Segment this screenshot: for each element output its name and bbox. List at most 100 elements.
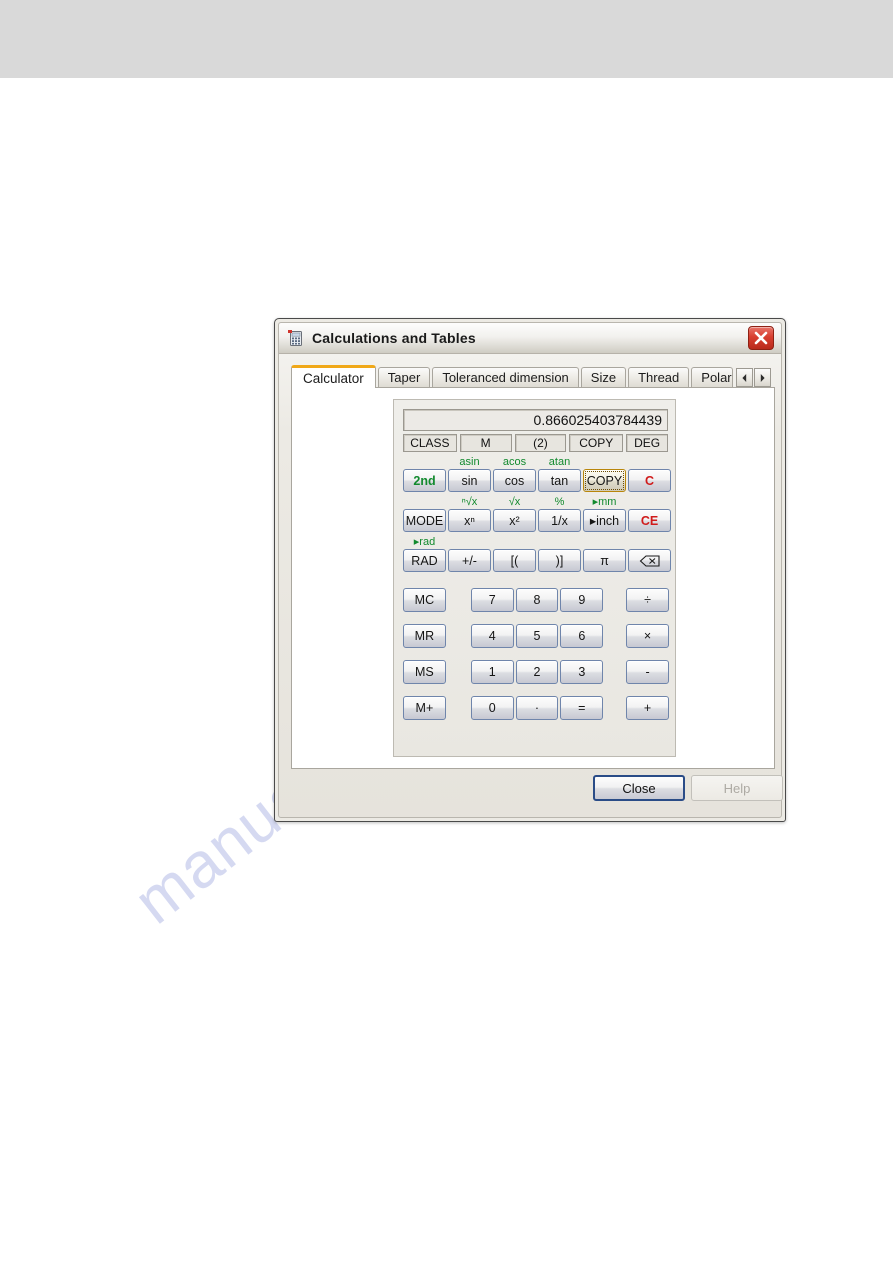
key-x-squared[interactable]: x²: [493, 509, 536, 532]
tab-taper[interactable]: Taper: [377, 367, 431, 387]
key-slot-reciprocal: % 1/x: [538, 496, 581, 532]
numeric-keypad: MC 7 8 9 ÷ MR 4 5 6 × MS 1 2 3 - M+ 0 · …: [403, 582, 669, 726]
tab-thread[interactable]: Thread: [628, 367, 690, 387]
key-slot-clear-entry: CE: [628, 496, 671, 532]
key-divide[interactable]: ÷: [626, 588, 669, 612]
tab-toleranced-dimension[interactable]: Toleranced dimension: [432, 367, 579, 387]
tab-scroll-arrows: [735, 368, 771, 387]
shift-label-to-mm: ▸mm: [592, 496, 617, 508]
key-add[interactable]: +: [626, 696, 669, 720]
power-key-row: MODE ⁿ√x xⁿ √x x² % 1/x ▸mm ▸inch CE: [403, 494, 671, 532]
tab-strip: Calculator Taper Toleranced dimension Si…: [291, 365, 775, 388]
key-slot-pi: π: [583, 536, 626, 572]
chevron-right-icon[interactable]: [753, 368, 771, 387]
key-close-bracket[interactable]: )]: [538, 549, 581, 572]
calculator-display[interactable]: 0.866025403784439: [403, 409, 668, 431]
key-slot-clear: C: [628, 456, 671, 492]
key-slot-cos: acos cos: [493, 456, 536, 492]
key-digit-9[interactable]: 9: [560, 588, 604, 612]
key-memory-clear[interactable]: MC: [403, 588, 446, 612]
key-subtract[interactable]: -: [626, 660, 669, 684]
key-digit-4[interactable]: 4: [470, 624, 514, 648]
close-button[interactable]: Close: [593, 775, 685, 801]
tab-label: Toleranced dimension: [442, 370, 569, 385]
key-to-inch[interactable]: ▸inch: [583, 509, 626, 532]
shift-label-asin: asin: [459, 456, 480, 468]
key-slot-tan: atan tan: [538, 456, 581, 492]
status-class: CLASS: [403, 434, 457, 452]
chevron-left-icon[interactable]: [735, 368, 753, 387]
key-second-function[interactable]: 2nd: [403, 469, 446, 492]
key-digit-8[interactable]: 8: [515, 588, 559, 612]
window-title: Calculations and Tables: [312, 330, 476, 346]
key-tan[interactable]: tan: [538, 469, 581, 492]
key-equals[interactable]: =: [560, 696, 604, 720]
status-angle-unit: DEG: [626, 434, 668, 452]
key-digit-0[interactable]: 0: [470, 696, 514, 720]
key-digit-5[interactable]: 5: [515, 624, 559, 648]
numpad-row: MC 7 8 9 ÷: [403, 582, 669, 618]
numpad-row: MR 4 5 6 ×: [403, 618, 669, 654]
key-slot-backspace: [628, 536, 671, 572]
status-parenthesis-level: (2): [514, 434, 567, 452]
key-pi[interactable]: π: [583, 549, 626, 572]
key-slot-rad: ▸rad RAD: [403, 536, 446, 572]
key-backspace[interactable]: [628, 549, 671, 572]
shift-label-acos: acos: [502, 456, 527, 468]
key-clear[interactable]: C: [628, 469, 671, 492]
status-memory: M: [459, 434, 512, 452]
key-x-power-n[interactable]: xⁿ: [448, 509, 491, 532]
tab-calculator[interactable]: Calculator: [291, 365, 376, 388]
numpad-row: MS 1 2 3 -: [403, 654, 669, 690]
tab-polar[interactable]: Polar: [691, 367, 733, 387]
key-digit-2[interactable]: 2: [515, 660, 559, 684]
tab-label: Thread: [638, 370, 680, 385]
key-digit-6[interactable]: 6: [560, 624, 604, 648]
key-memory-recall[interactable]: MR: [403, 624, 446, 648]
key-digit-7[interactable]: 7: [470, 588, 514, 612]
calculations-and-tables-window: Calculations and Tables Calculator Taper…: [274, 318, 786, 822]
key-slot-2nd: 2nd: [403, 456, 446, 492]
key-slot-copy: COPY: [583, 456, 626, 492]
title-bar: Calculations and Tables: [279, 323, 781, 354]
tab-label: Calculator: [303, 370, 364, 386]
key-reciprocal[interactable]: 1/x: [538, 509, 581, 532]
dialog-button-bar: Close Help: [279, 775, 783, 815]
tab-size[interactable]: Size: [580, 367, 627, 387]
shift-label-nth-root: ⁿ√x: [461, 496, 478, 508]
rad-key-row: ▸rad RAD +/- [( )] π: [403, 534, 671, 572]
window-inner-frame: Calculations and Tables Calculator Taper…: [278, 322, 783, 818]
tab-page-calculator: 0.866025403784439 CLASS M (2) COPY DEG 2…: [291, 387, 775, 769]
tab-label: Taper: [387, 370, 421, 385]
key-copy[interactable]: COPY: [583, 469, 626, 492]
calculator-status-bar: CLASS M (2) COPY DEG: [403, 434, 668, 452]
shift-label-to-rad: ▸rad: [413, 536, 436, 548]
key-slot-plus-minus: +/-: [448, 536, 491, 572]
key-memory-add[interactable]: M+: [403, 696, 446, 720]
key-sin[interactable]: sin: [448, 469, 491, 492]
shift-label-sqrt: √x: [508, 496, 521, 508]
key-clear-entry[interactable]: CE: [628, 509, 671, 532]
help-button: Help: [691, 775, 783, 801]
key-decimal-point[interactable]: ·: [515, 696, 559, 720]
backspace-icon: [639, 554, 661, 567]
shift-label-atan: atan: [548, 456, 571, 468]
numpad-row: M+ 0 · = +: [403, 690, 669, 726]
key-digit-1[interactable]: 1: [470, 660, 514, 684]
key-slot-x-power-n: ⁿ√x xⁿ: [448, 496, 491, 532]
key-plus-minus[interactable]: +/-: [448, 549, 491, 572]
key-slot-close-bracket: )]: [538, 536, 581, 572]
key-digit-3[interactable]: 3: [560, 660, 604, 684]
key-open-bracket[interactable]: [(: [493, 549, 536, 572]
key-slot-x-squared: √x x²: [493, 496, 536, 532]
tab-label: Size: [590, 370, 617, 385]
key-cos[interactable]: cos: [493, 469, 536, 492]
key-memory-store[interactable]: MS: [403, 660, 446, 684]
key-multiply[interactable]: ×: [626, 624, 669, 648]
trig-key-row: 2nd asin sin acos cos atan tan COPY C: [403, 454, 671, 492]
key-slot-to-inch: ▸mm ▸inch: [583, 496, 626, 532]
close-icon[interactable]: [748, 326, 774, 350]
key-mode[interactable]: MODE: [403, 509, 446, 532]
key-rad[interactable]: RAD: [403, 549, 446, 572]
calculator-panel: 0.866025403784439 CLASS M (2) COPY DEG 2…: [393, 399, 676, 757]
